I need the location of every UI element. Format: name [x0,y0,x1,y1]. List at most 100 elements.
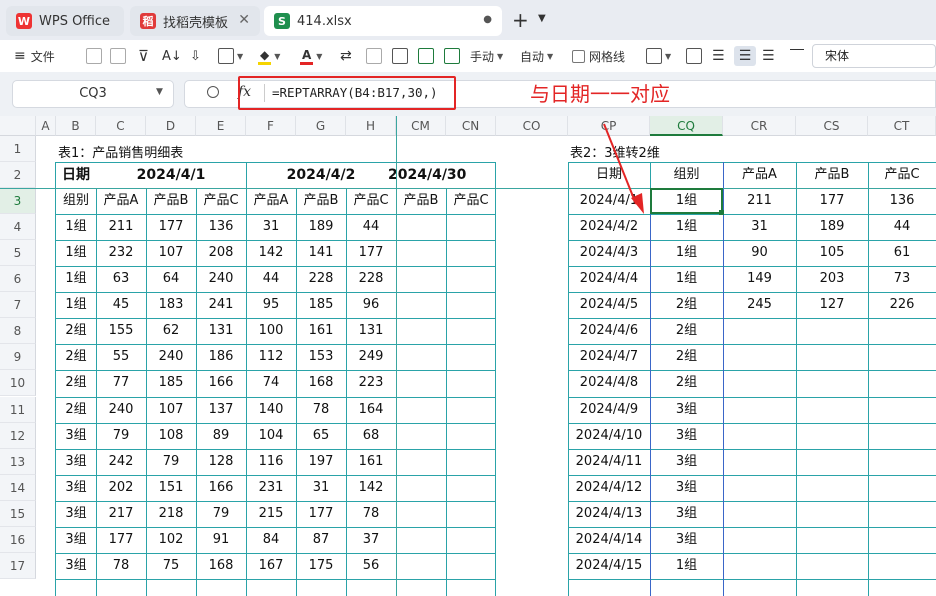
table1-cell[interactable]: 96 [346,292,396,318]
table2-cell[interactable]: 136 [868,188,936,214]
file-menu-button[interactable]: ≡ 文件 [14,46,55,66]
table1-cell[interactable]: 228 [296,266,346,292]
table1-cell[interactable]: 223 [346,370,396,396]
table1-cell[interactable]: 56 [346,553,396,579]
row-header[interactable]: 11 [0,396,36,423]
tab-wps-office[interactable]: W WPS Office [6,6,124,36]
column-header[interactable]: D [146,116,196,136]
table2-cell[interactable] [796,553,868,579]
table2-cell[interactable] [796,370,868,396]
table1-cell[interactable]: 242 [96,449,146,475]
table1-cell[interactable]: 151 [146,475,196,501]
row-header[interactable]: 17 [0,552,36,579]
table1-cell[interactable]: 186 [196,344,246,370]
table1-cell[interactable]: 74 [246,370,296,396]
table1-cell[interactable]: 2组 [56,370,96,396]
table1-cell[interactable]: 1组 [56,266,96,292]
table2-cell[interactable]: 73 [868,266,936,292]
table1-cell[interactable]: 161 [296,318,346,344]
table2-cell[interactable]: 2024/4/15 [568,553,650,579]
table1-cell[interactable]: 197 [296,449,346,475]
table2-cell[interactable] [868,344,936,370]
table1-cell[interactable]: 102 [146,527,196,553]
table2-cell[interactable]: 226 [868,292,936,318]
table1-cell[interactable]: 202 [96,475,146,501]
table2-cell[interactable] [868,397,936,423]
row-header[interactable]: 5 [0,240,36,267]
table1-cell[interactable]: 240 [196,266,246,292]
table2-cell[interactable]: 3组 [650,397,723,423]
table2-cell[interactable] [723,370,796,396]
table1-cell[interactable]: 2组 [56,397,96,423]
table1-cell[interactable]: 161 [346,449,396,475]
column-header[interactable]: E [196,116,246,136]
table2-cell[interactable]: 44 [868,214,936,240]
table2-cell[interactable] [796,501,868,527]
table1-cell[interactable]: 215 [246,501,296,527]
select-all-corner[interactable] [0,116,36,136]
table1-cell[interactable]: 217 [96,501,146,527]
row-header[interactable]: 16 [0,526,36,553]
table2-cell[interactable]: 1组 [650,553,723,579]
column-header[interactable]: CO [496,116,568,136]
selected-cell[interactable] [650,188,723,215]
table1-cell[interactable]: 2组 [56,318,96,344]
table1-cell[interactable]: 140 [246,397,296,423]
table1-cell[interactable]: 65 [296,423,346,449]
table1-cell[interactable]: 3组 [56,501,96,527]
table1-cell[interactable]: 249 [346,344,396,370]
column-header[interactable]: H [346,116,396,136]
row-header[interactable]: 1 [0,136,36,163]
split-icon[interactable] [366,46,382,66]
table1-cell[interactable]: 136 [196,214,246,240]
table1-cell[interactable]: 137 [196,397,246,423]
table2-cell[interactable]: 3组 [650,501,723,527]
table2-cell[interactable] [723,449,796,475]
table1-cell[interactable]: 104 [246,423,296,449]
table1-cell[interactable]: 183 [146,292,196,318]
column-header[interactable]: CR [723,116,796,136]
table1-cell[interactable]: 3组 [56,527,96,553]
table2-cell[interactable]: 2组 [650,370,723,396]
table1-cell[interactable]: 89 [196,423,246,449]
table1-cell[interactable]: 208 [196,240,246,266]
column-header[interactable]: A [36,116,56,136]
row-header[interactable]: 12 [0,422,36,449]
sort-icon[interactable]: A↓ [162,46,182,66]
table1-cell[interactable]: 131 [196,318,246,344]
chevron-down-icon[interactable]: ▼ [156,87,163,97]
gridlines-toggle[interactable]: 网格线 [572,46,625,66]
table1-cell[interactable]: 185 [146,370,196,396]
table1-cell[interactable]: 63 [96,266,146,292]
table1-cell[interactable]: 31 [296,475,346,501]
auto-button[interactable]: 自动 ▼ [520,46,553,66]
table2-cell[interactable] [868,553,936,579]
table1-cell[interactable]: 168 [296,370,346,396]
close-icon[interactable]: ✕ [238,12,250,28]
table2-cell[interactable]: 2组 [650,318,723,344]
font-color-button[interactable]: A ▼ [300,46,322,66]
table1-cell[interactable]: 1组 [56,240,96,266]
table2-cell[interactable] [868,370,936,396]
column-header[interactable]: CQ [650,116,723,136]
table1-cell[interactable]: 75 [146,553,196,579]
row-header[interactable]: 10 [0,370,36,397]
table1-cell[interactable]: 2组 [56,344,96,370]
table1-cell[interactable]: 167 [246,553,296,579]
table1-cell[interactable]: 44 [246,266,296,292]
table1-cell[interactable]: 79 [146,449,196,475]
table1-cell[interactable]: 1组 [56,214,96,240]
tab-file[interactable]: S 414.xlsx ● [264,6,502,36]
table2-cell[interactable]: 177 [796,188,868,214]
column-header[interactable]: CN [446,116,496,136]
table2-cell[interactable] [723,423,796,449]
table2-cell[interactable] [723,475,796,501]
manual-button[interactable]: 手动 ▼ [470,46,503,66]
table2-cell[interactable] [868,475,936,501]
table2-cell[interactable] [796,423,868,449]
column-header[interactable]: B [56,116,96,136]
convert-icon[interactable]: ⇄ [340,46,352,66]
table2-cell[interactable]: 3组 [650,527,723,553]
table1-cell[interactable]: 131 [346,318,396,344]
table2-cell[interactable] [723,527,796,553]
